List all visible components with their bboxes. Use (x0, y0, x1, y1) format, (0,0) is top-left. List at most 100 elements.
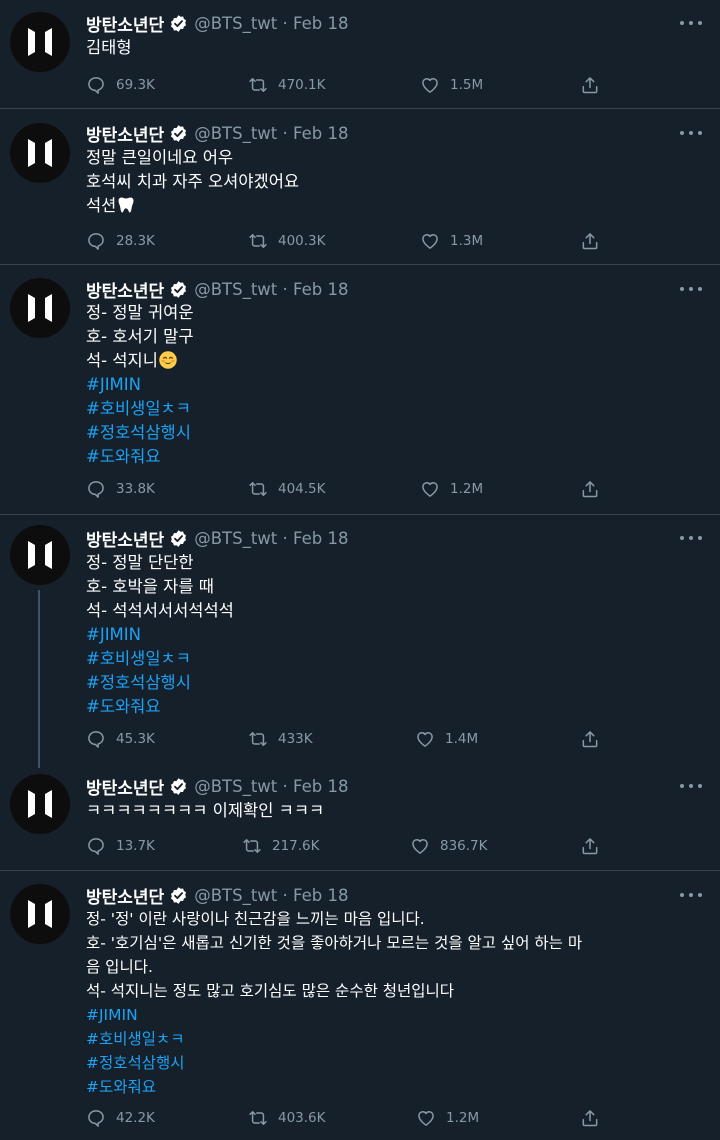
retweet-button[interactable]: 400.3K (248, 229, 326, 253)
tweet-3[interactable]: 방탄소년단 @BTS_twt · Feb 18 정- 정말 귀여운 호- 호서기… (0, 265, 720, 515)
hashtag-link[interactable]: #도와줘요 (86, 1075, 706, 1099)
display-name[interactable]: 방탄소년단 (86, 774, 164, 799)
tweet-header: 방탄소년단 @BTS_twt · Feb 18 (86, 526, 348, 551)
hashtag-link[interactable]: #호비생일ㅊㅋ (86, 397, 700, 421)
tweet-5[interactable]: 방탄소년단 @BTS_twt · Feb 18 ㅋㅋㅋㅋㅋㅋㅋㅋ 이제확인 ㅋㅋ… (0, 768, 720, 871)
handle-date[interactable]: @BTS_twt · Feb 18 (194, 886, 348, 905)
more-options-icon[interactable] (680, 534, 702, 542)
more-options-icon[interactable] (680, 891, 702, 899)
display-name[interactable]: 방탄소년단 (86, 11, 164, 36)
tweet-1[interactable]: 방탄소년단 @BTS_twt · Feb 18 김태형 69.3K 470.1K… (0, 0, 720, 109)
text-line: ㅋㅋㅋㅋㅋㅋㅋㅋ 이제확인 ㅋㅋㅋ (86, 801, 325, 820)
hashtag-link[interactable]: #JIMIN (86, 623, 700, 647)
hashtag-link[interactable]: #정호석삼행시 (86, 421, 700, 445)
bts-logo-icon (20, 133, 60, 173)
share-button[interactable] (580, 834, 600, 858)
more-options-icon[interactable] (680, 19, 702, 27)
tweet-header: 방탄소년단 @BTS_twt · Feb 18 (86, 277, 348, 302)
display-name[interactable]: 방탄소년단 (86, 121, 164, 146)
avatar[interactable] (10, 774, 70, 834)
retweet-count: 404.5K (278, 481, 326, 497)
text-line: 김태형 (86, 38, 132, 57)
hashtag-link[interactable]: #호비생일ㅊㅋ (86, 1027, 706, 1051)
like-count: 1.2M (450, 481, 484, 497)
reply-icon (86, 75, 106, 95)
share-button[interactable] (580, 1106, 600, 1130)
tweet-text: 김태형 (86, 36, 700, 60)
handle-date[interactable]: @BTS_twt · Feb 18 (194, 529, 348, 548)
like-count: 1.2M (446, 1110, 480, 1126)
reply-count: 69.3K (116, 77, 155, 93)
reply-button[interactable]: 13.7K (86, 834, 155, 858)
avatar[interactable] (10, 525, 70, 585)
tweet-text: 정- 정말 단단한 호- 호박을 자를 때 석- 석석서서서석석석 #JIMIN… (86, 551, 700, 719)
tweet-header: 방탄소년단 @BTS_twt · Feb 18 (86, 774, 348, 799)
like-button[interactable]: 1.3M (420, 229, 483, 253)
avatar[interactable] (10, 123, 70, 183)
retweet-icon (242, 836, 262, 856)
hashtag-link[interactable]: #도와줘요 (86, 445, 700, 469)
share-button[interactable] (580, 727, 600, 751)
tweet-4[interactable]: 방탄소년단 @BTS_twt · Feb 18 정- 정말 단단한 호- 호박을… (0, 515, 720, 768)
like-button[interactable]: 1.2M (420, 477, 483, 501)
like-button[interactable]: 836.7K (410, 834, 488, 858)
hashtag-link[interactable]: #정호석삼행시 (86, 671, 700, 695)
reply-button[interactable]: 33.8K (86, 477, 155, 501)
handle-date[interactable]: @BTS_twt · Feb 18 (194, 280, 348, 299)
reply-count: 28.3K (116, 233, 155, 249)
verified-badge-icon (169, 886, 188, 905)
hashtag-link[interactable]: #도와줘요 (86, 695, 700, 719)
retweet-count: 470.1K (278, 77, 326, 93)
like-button[interactable]: 1.4M (415, 727, 478, 751)
smiling-face-emoji-icon (158, 350, 178, 370)
retweet-button[interactable]: 470.1K (248, 73, 326, 97)
retweet-button[interactable]: 217.6K (242, 834, 320, 858)
retweet-button[interactable]: 433K (248, 727, 313, 751)
retweet-icon (248, 1108, 268, 1128)
reply-button[interactable]: 42.2K (86, 1106, 155, 1130)
heart-icon (420, 231, 440, 251)
handle-date[interactable]: @BTS_twt · Feb 18 (194, 124, 348, 143)
avatar[interactable] (10, 278, 70, 338)
share-icon (580, 729, 600, 749)
more-options-icon[interactable] (680, 129, 702, 137)
retweet-icon (248, 729, 268, 749)
hashtag-link[interactable]: #JIMIN (86, 1003, 706, 1027)
hashtag-link[interactable]: #JIMIN (86, 373, 700, 397)
reply-button[interactable]: 45.3K (86, 727, 155, 751)
tweet-2[interactable]: 방탄소년단 @BTS_twt · Feb 18 정말 큰일이네요 어우 호석씨 … (0, 109, 720, 265)
avatar[interactable] (10, 884, 70, 944)
share-button[interactable] (580, 73, 600, 97)
handle-date[interactable]: @BTS_twt · Feb 18 (194, 777, 348, 796)
retweet-count: 400.3K (278, 233, 326, 249)
retweet-count: 403.6K (278, 1110, 326, 1126)
avatar[interactable] (10, 12, 70, 72)
more-options-icon[interactable] (680, 285, 702, 293)
display-name[interactable]: 방탄소년단 (86, 526, 164, 551)
tweet-header: 방탄소년단 @BTS_twt · Feb 18 (86, 121, 348, 146)
text-line: 호- '호기심'은 새롭고 신기한 것을 좋아하거나 모르는 것을 알고 싶어 … (86, 934, 583, 952)
handle-date[interactable]: @BTS_twt · Feb 18 (194, 14, 348, 33)
verified-badge-icon (169, 280, 188, 299)
retweet-button[interactable]: 404.5K (248, 477, 326, 501)
reply-icon (86, 729, 106, 749)
share-button[interactable] (580, 229, 600, 253)
hashtag-link[interactable]: #정호석삼행시 (86, 1051, 706, 1075)
like-button[interactable]: 1.5M (420, 73, 483, 97)
tweet-text: 정말 큰일이네요 어우 호석씨 치과 자주 오셔야겠어요 석션 (86, 146, 700, 218)
reply-button[interactable]: 69.3K (86, 73, 155, 97)
action-bar: 69.3K 470.1K 1.5M (86, 73, 616, 97)
bts-logo-icon (20, 288, 60, 328)
like-button[interactable]: 1.2M (416, 1106, 479, 1130)
tweet-6[interactable]: 방탄소년단 @BTS_twt · Feb 18 정- '정' 이란 사랑이나 친… (0, 871, 720, 1140)
tweet-text: 정- 정말 귀여운 호- 호서기 말구 석- 석지니 #JIMIN #호비생일ㅊ… (86, 301, 700, 469)
hashtag-link[interactable]: #호비생일ㅊㅋ (86, 647, 700, 671)
verified-badge-icon (169, 529, 188, 548)
more-options-icon[interactable] (680, 782, 702, 790)
share-button[interactable] (580, 477, 600, 501)
reply-button[interactable]: 28.3K (86, 229, 155, 253)
display-name[interactable]: 방탄소년단 (86, 277, 164, 302)
retweet-button[interactable]: 403.6K (248, 1106, 326, 1130)
display-name[interactable]: 방탄소년단 (86, 883, 164, 908)
text-line: 호- 호박을 자를 때 (86, 577, 214, 596)
